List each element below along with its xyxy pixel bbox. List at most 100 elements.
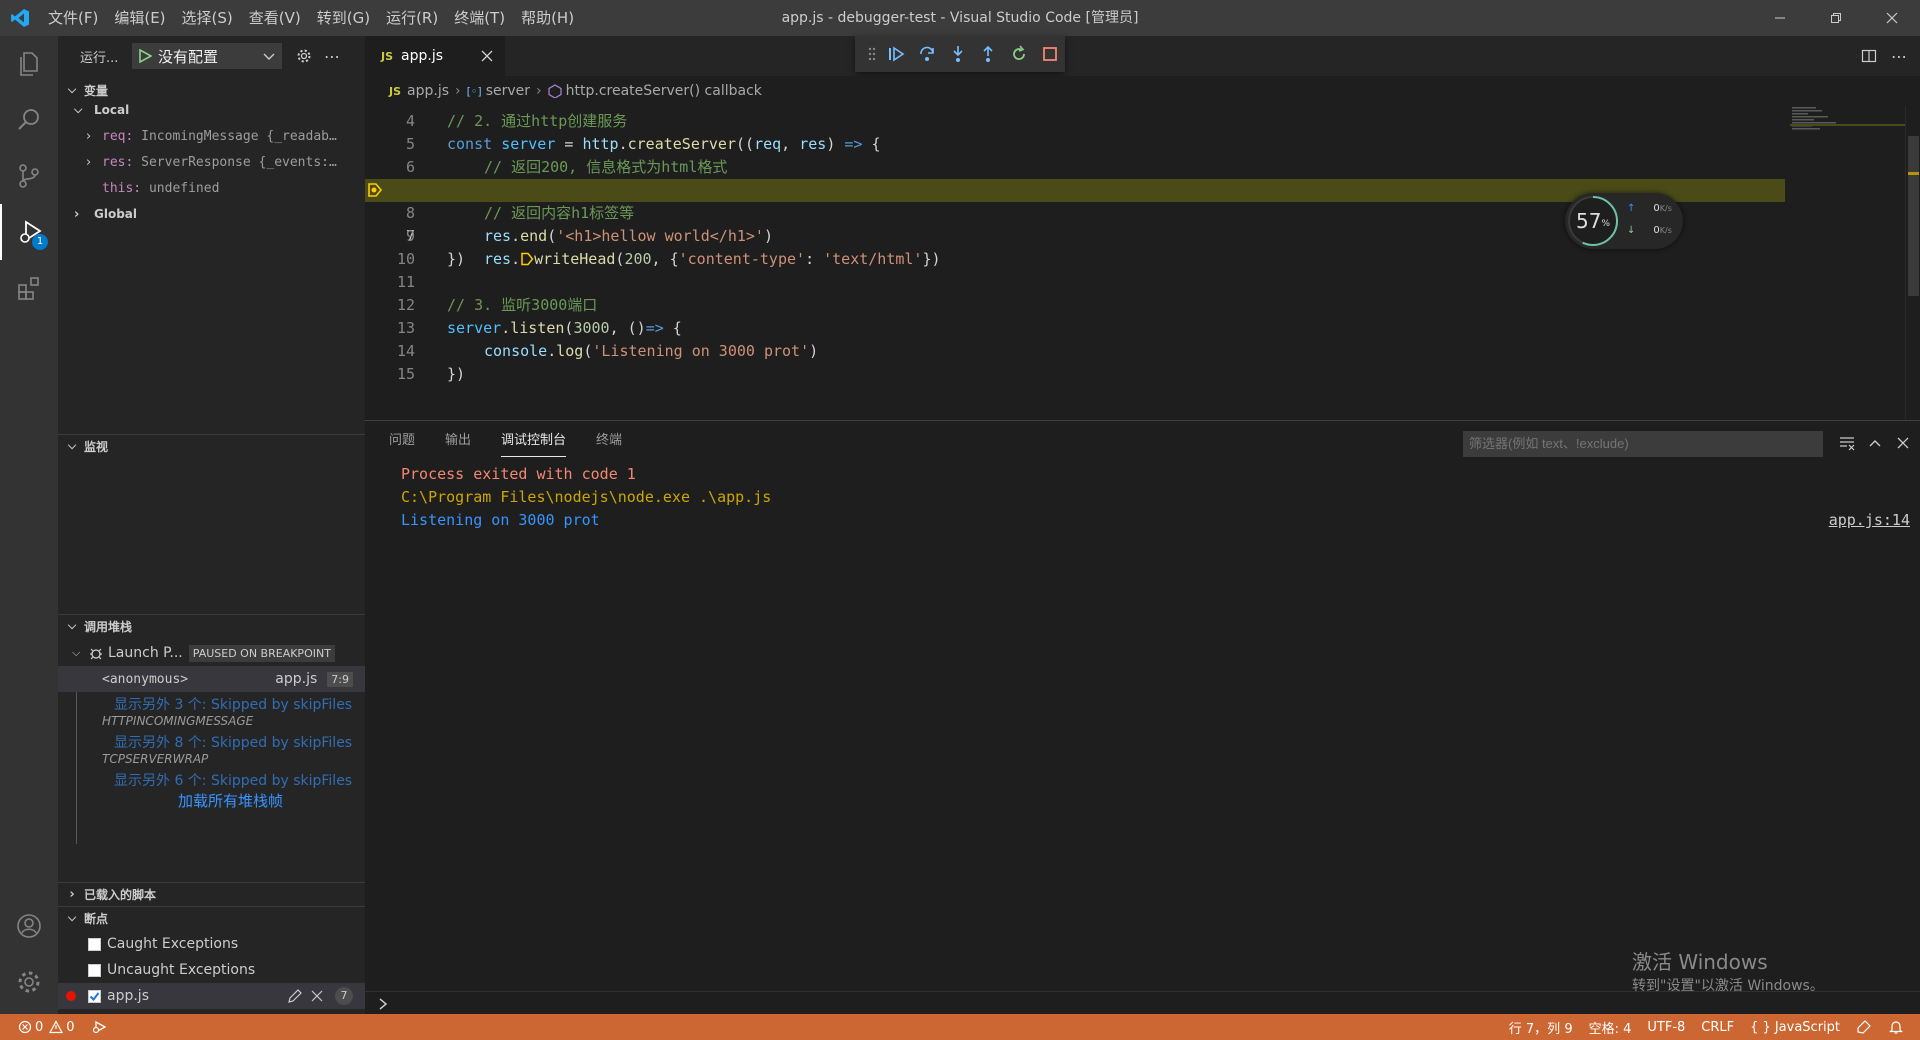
source-control-activity[interactable] (0, 148, 58, 204)
extensions-activity[interactable] (0, 260, 58, 316)
debug-session[interactable]: ⌵ Launch P... PAUSED ON BREAKPOINT (58, 640, 365, 666)
config-dropdown[interactable]: 没有配置 (132, 43, 282, 69)
paused-breakpoint-icon[interactable] (367, 182, 383, 198)
network-speed-widget[interactable]: 57% ↑ 0K/s ↓ 0K/s (1565, 193, 1683, 249)
step-into-button[interactable] (942, 40, 973, 68)
stack-frame[interactable]: <anonymous> app.js 7:9 (58, 666, 365, 692)
language-label: JavaScript (1774, 1019, 1840, 1035)
panel-tabs: 问题 输出 调试控制台 终端 (389, 429, 652, 457)
checkbox[interactable] (88, 937, 101, 951)
indentation[interactable]: 空格: 4 (1581, 1014, 1640, 1040)
feedback-button[interactable] (1848, 1014, 1880, 1040)
function-symbol-icon (548, 84, 562, 98)
menu-terminal[interactable]: 终端(T) (446, 0, 513, 36)
tab-output[interactable]: 输出 (445, 429, 471, 457)
debug-toolbar (855, 36, 1065, 72)
restore-button[interactable] (1808, 0, 1864, 36)
menu-file[interactable]: 文件(F) (40, 0, 106, 36)
variable-req[interactable]: › req: IncomingMessage {_readab… (58, 123, 365, 149)
manage-activity[interactable] (0, 954, 58, 1010)
menu-edit[interactable]: 编辑(E) (106, 0, 173, 36)
checkbox[interactable] (88, 989, 101, 1003)
more-actions-icon[interactable]: ⋯ (320, 47, 344, 66)
variable-this[interactable]: this: undefined (58, 175, 365, 201)
tab-problems[interactable]: 问题 (389, 429, 415, 457)
load-all-frames[interactable]: 加载所有堆栈帧 (58, 789, 365, 811)
console-filter-input[interactable] (1463, 431, 1823, 457)
clear-console-button[interactable] (1835, 431, 1859, 455)
menu-selection[interactable]: 选择(S) (174, 0, 241, 36)
file-encoding[interactable]: UTF-8 (1639, 1014, 1693, 1040)
tab-app-js[interactable]: JS app.js (365, 36, 505, 76)
step-out-button[interactable] (973, 40, 1004, 68)
activity-bar: 1 (0, 36, 58, 1014)
notifications-button[interactable] (1880, 1014, 1920, 1040)
scope-global[interactable]: › Global (58, 201, 365, 227)
stop-icon (1042, 47, 1057, 61)
chevron-right-icon (379, 997, 388, 1010)
run-debug-activity[interactable]: 1 (0, 204, 58, 260)
callstack-section-header[interactable]: ⌵ 调用堆栈 (58, 615, 365, 637)
problems-status[interactable]: 0 0 (0, 1014, 83, 1040)
menu-run[interactable]: 运行(R) (378, 0, 446, 36)
end-of-line[interactable]: CRLF (1693, 1014, 1742, 1040)
drag-handle-icon[interactable] (863, 40, 881, 68)
console-source-link[interactable]: app.js:14 (1829, 511, 1910, 529)
code-token: server (447, 319, 502, 337)
continue-button[interactable] (881, 40, 912, 68)
editor-scrollbar[interactable] (1905, 106, 1920, 420)
restart-button[interactable] (1004, 40, 1035, 68)
skipped-frames-1[interactable]: 显示另外 3 个: Skipped by skipFiles (58, 695, 365, 713)
breakpoints-section-header[interactable]: ⌵ 断点 (58, 907, 365, 929)
remove-breakpoint-icon[interactable] (311, 990, 323, 1002)
language-mode[interactable]: { } JavaScript (1742, 1014, 1848, 1040)
breadcrumb-symbol-callback[interactable]: http.createServer() callback (566, 83, 762, 99)
tab-debug-console[interactable]: 调试控制台 (501, 429, 567, 457)
breakpoint-app-js[interactable]: app.js 7 (58, 983, 365, 1009)
breadcrumb-file[interactable]: app.js (407, 83, 449, 99)
search-activity[interactable] (0, 92, 58, 148)
menu-help[interactable]: 帮助(H) (513, 0, 582, 36)
variable-symbol-icon: [◦] (466, 84, 482, 98)
chevron-down-icon: ⌵ (67, 619, 77, 632)
stop-button[interactable] (1034, 40, 1065, 68)
menu-view[interactable]: 查看(V) (241, 0, 309, 36)
variable-res[interactable]: › res: ServerResponse {_events:… (58, 149, 365, 175)
maximize-panel-button[interactable] (1863, 431, 1887, 455)
tab-terminal[interactable]: 终端 (596, 429, 622, 457)
open-launch-json-button[interactable] (288, 48, 320, 64)
debug-badge: 1 (32, 234, 48, 250)
code-editor[interactable]: 4// 2. 通过http创建服务 5 const server = http.c… (365, 106, 1920, 420)
code-token: res (799, 135, 827, 153)
minimap[interactable] (1790, 106, 1905, 420)
close-icon (1897, 437, 1909, 449)
close-tab-icon[interactable] (481, 50, 493, 62)
skipped-frames-3[interactable]: 显示另外 6 个: Skipped by skipFiles (58, 771, 365, 789)
debug-status[interactable] (83, 1014, 115, 1040)
vscode-logo-icon[interactable] (0, 0, 40, 36)
split-editor-button[interactable] (1854, 41, 1884, 71)
start-debug-icon[interactable] (138, 49, 152, 63)
scrollbar-thumb[interactable] (1908, 136, 1919, 296)
step-into-icon (953, 46, 963, 62)
activation-title: 激活 Windows (1632, 950, 1768, 974)
accounts-activity[interactable] (0, 898, 58, 954)
checkbox[interactable] (88, 963, 101, 977)
minimize-button[interactable] (1752, 0, 1808, 36)
watch-section-header[interactable]: ⌵ 监视 (58, 435, 365, 457)
close-window-button[interactable] (1864, 0, 1920, 36)
step-over-button[interactable] (912, 40, 943, 68)
loaded-scripts-section-header[interactable]: › 已载入的脚本 (58, 883, 365, 905)
scope-local[interactable]: ⌵ Local (58, 97, 365, 123)
close-panel-button[interactable] (1891, 431, 1915, 455)
code-token: res (484, 227, 512, 245)
edit-pencil-icon[interactable] (287, 988, 303, 1004)
breakpoint-uncaught-exceptions[interactable]: Uncaught Exceptions (58, 957, 365, 983)
menu-go[interactable]: 转到(G) (309, 0, 378, 36)
breakpoint-caught-exceptions[interactable]: Caught Exceptions (58, 931, 365, 957)
more-actions-icon[interactable]: ⋯ (1884, 41, 1914, 71)
breadcrumb-symbol-server[interactable]: server (486, 83, 530, 99)
skipped-frames-2[interactable]: 显示另外 8 个: Skipped by skipFiles (58, 733, 365, 751)
cursor-position[interactable]: 行 7，列 9 (1501, 1014, 1581, 1040)
explorer-activity[interactable] (0, 36, 58, 92)
